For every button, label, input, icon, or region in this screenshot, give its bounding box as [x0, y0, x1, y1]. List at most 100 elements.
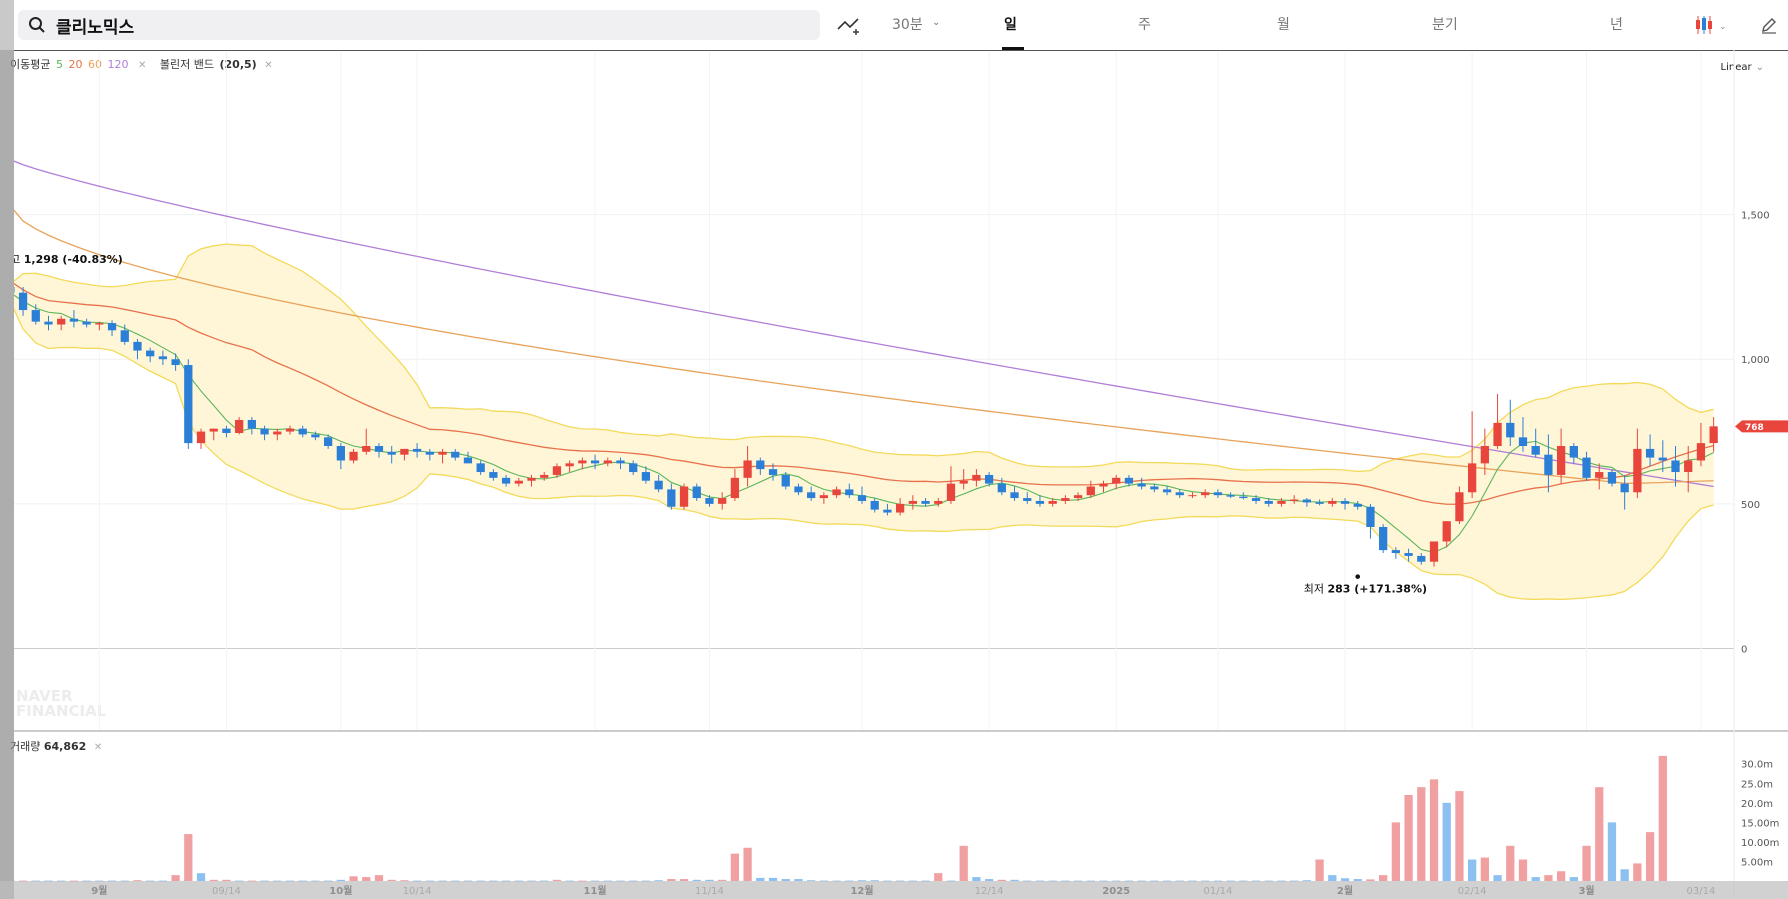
candle-body [616, 460, 625, 464]
candle-body [832, 489, 841, 496]
candle-body [1239, 496, 1248, 499]
high-annotation: 최고 1,298 (-40.83%) [14, 253, 123, 266]
candle-body [158, 356, 168, 360]
volume-bar [1595, 787, 1604, 881]
candle-body [235, 419, 244, 433]
candle-body [870, 500, 879, 510]
candle-body [324, 437, 333, 447]
candle-body [1531, 446, 1540, 455]
candle-body [1162, 489, 1172, 493]
volume-tick-label: 5.00m [1741, 857, 1773, 868]
candle-body [1607, 472, 1617, 484]
volume-bar [1442, 802, 1451, 881]
candle-body [273, 431, 282, 435]
candle-body [133, 341, 142, 351]
candle-body [1404, 553, 1413, 556]
candle-body [476, 463, 485, 473]
candle-body [514, 480, 523, 484]
candle-body [196, 431, 206, 444]
candle-body [1480, 446, 1489, 464]
candle-body [1023, 498, 1032, 501]
candle-body [1035, 500, 1045, 504]
volume-bar [1480, 857, 1489, 881]
candle-body [908, 500, 917, 504]
candle-body [1251, 498, 1261, 501]
candle-body [1417, 555, 1426, 562]
volume-tick-label: 20.0m [1741, 799, 1773, 810]
candle-body [730, 477, 740, 499]
volume-bar [1315, 859, 1324, 881]
candle-body [1061, 498, 1070, 501]
candle-body [1506, 422, 1515, 438]
candle-body [285, 428, 295, 432]
candle-body [1633, 448, 1642, 493]
candle-body [463, 457, 473, 464]
volume-bar [1429, 779, 1439, 881]
candle-body [1696, 443, 1706, 461]
candle-body [946, 483, 956, 501]
candle-body [1302, 499, 1312, 503]
candle-body [1353, 503, 1362, 507]
low-marker [1355, 574, 1361, 579]
candle-body [1429, 541, 1439, 562]
candle-body [298, 428, 307, 435]
candle-body [692, 486, 701, 499]
price-tick-label: 1,500 [1741, 211, 1770, 222]
candle-body [1328, 500, 1337, 504]
candle-body [1556, 446, 1566, 475]
candle-body [1112, 477, 1121, 484]
candle-body [209, 428, 218, 432]
volume-bar [743, 847, 752, 881]
candle-body [1048, 500, 1057, 504]
low-value: 283 (+171.38%) [1327, 583, 1427, 596]
volume-bar [1582, 845, 1591, 881]
left-edge-shade [0, 50, 14, 899]
candle-body [1620, 483, 1629, 493]
candle-body [934, 500, 943, 504]
volume-bar [1658, 755, 1667, 881]
candle-body [222, 428, 231, 433]
volume-bar [1417, 787, 1426, 881]
candle-body [578, 460, 587, 464]
price-chart[interactable]: 0 500 1,000 1,500 최고 1,298 (-40.83%) 최저 283 (… [14, 0, 1788, 899]
candle-body [1518, 437, 1528, 447]
candle-body [451, 451, 460, 458]
candle-body [260, 428, 269, 435]
volume-bar [1518, 859, 1528, 881]
candle-body [667, 489, 676, 507]
candle-body [18, 292, 28, 311]
candle-body [883, 509, 892, 513]
candle-body [718, 498, 727, 504]
volume-bar [1391, 822, 1400, 881]
candle-body [565, 463, 574, 467]
candle-body [57, 318, 66, 325]
current-price-label: 768 [1745, 423, 1764, 433]
candle-body [1468, 463, 1477, 493]
candle-body [845, 489, 854, 496]
candle-body [1264, 500, 1273, 504]
candle-body [1544, 454, 1553, 475]
candle-body [1137, 483, 1146, 487]
candle-body [629, 463, 638, 473]
candle-body [1582, 457, 1591, 478]
candle-body [1569, 446, 1578, 458]
candle-body [82, 321, 91, 325]
volume-bar [730, 853, 740, 881]
candle-body [311, 434, 320, 438]
candle-body [438, 451, 447, 455]
candle-body [1010, 492, 1019, 499]
volume-bar [1506, 845, 1515, 881]
volume-bar [934, 873, 943, 881]
candle-body [1645, 448, 1655, 458]
candle-body [31, 310, 40, 322]
candle-body [654, 480, 663, 490]
volume-tick-label: 25.0m [1741, 779, 1773, 790]
candle-body [1379, 526, 1388, 551]
candle-body [540, 474, 549, 478]
candle-body [1442, 521, 1451, 542]
candle-body [1658, 457, 1667, 461]
candle-body [1493, 422, 1502, 447]
volume-bar [1645, 832, 1655, 881]
candle-body [997, 483, 1006, 493]
candle-body [336, 446, 345, 461]
